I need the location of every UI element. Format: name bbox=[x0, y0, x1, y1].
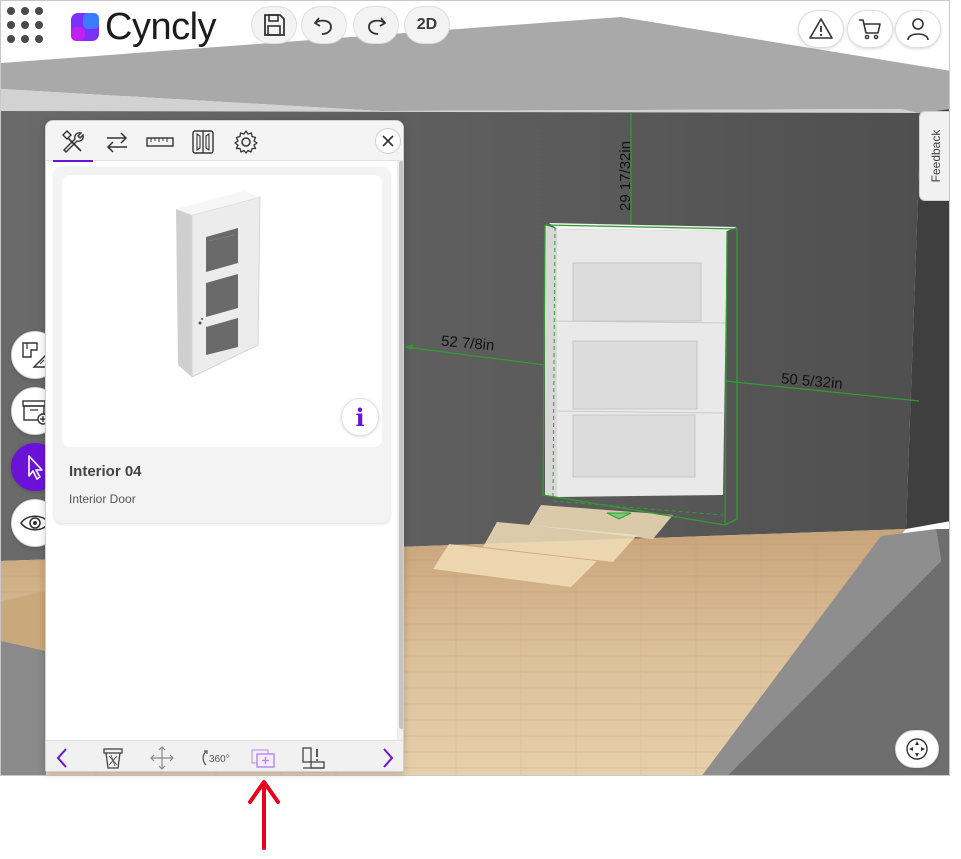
user-button[interactable] bbox=[895, 10, 941, 48]
panel-tab-bar bbox=[46, 121, 403, 162]
navigation-icon bbox=[906, 738, 928, 760]
cart-icon bbox=[859, 19, 881, 40]
user-icon bbox=[907, 18, 929, 41]
gear-icon bbox=[234, 130, 258, 154]
door-panel-icon bbox=[192, 130, 214, 154]
product-card[interactable]: i Interior 04 Interior Door bbox=[54, 167, 390, 523]
chevron-right-icon bbox=[383, 748, 394, 768]
rotate-button[interactable]: 360° bbox=[197, 743, 237, 771]
rotate-360-icon: 360° bbox=[202, 750, 230, 766]
apps-grid-button[interactable] bbox=[7, 7, 47, 47]
product-image: i bbox=[62, 175, 382, 447]
duplicate-button[interactable] bbox=[247, 743, 279, 771]
move-icon bbox=[150, 746, 174, 770]
tab-settings[interactable] bbox=[226, 125, 266, 159]
feedback-label: Feedback bbox=[928, 129, 943, 183]
navigation-button[interactable] bbox=[895, 730, 939, 768]
dimension-label-top: 29 17/32in bbox=[617, 140, 634, 211]
product-name: Interior 04 bbox=[69, 463, 142, 480]
view-2d-button[interactable]: 2D bbox=[404, 6, 450, 44]
apps-grid-icon bbox=[7, 7, 15, 15]
duplicate-icon bbox=[251, 749, 275, 768]
prev-button[interactable] bbox=[46, 743, 78, 771]
close-panel-button[interactable] bbox=[375, 128, 401, 154]
tab-measure[interactable] bbox=[140, 125, 180, 159]
close-icon bbox=[382, 135, 394, 147]
report-icon bbox=[302, 747, 325, 769]
tab-swap[interactable] bbox=[97, 125, 137, 159]
redo-icon bbox=[368, 17, 386, 35]
svg-text:360°: 360° bbox=[209, 754, 230, 765]
move-button[interactable] bbox=[146, 743, 178, 771]
floor-left-edge bbox=[1, 591, 46, 651]
report-button[interactable] bbox=[297, 743, 329, 771]
cyncly-logo-icon bbox=[71, 13, 99, 41]
app-root: 29 17/32in 52 7/8in 50 5/32in Cyncly 2D … bbox=[0, 0, 961, 859]
save-icon bbox=[264, 14, 285, 36]
redo-button[interactable] bbox=[353, 6, 399, 44]
tab-tools[interactable] bbox=[53, 125, 93, 162]
undo-button[interactable] bbox=[301, 6, 347, 44]
cart-button[interactable] bbox=[847, 10, 893, 48]
product-panel: i Interior 04 Interior Door 360° bbox=[45, 120, 404, 772]
next-button[interactable] bbox=[372, 743, 403, 771]
swap-icon bbox=[106, 132, 128, 153]
trash-icon bbox=[103, 748, 123, 769]
tab-door-style[interactable] bbox=[183, 125, 223, 159]
ruler-icon bbox=[146, 137, 174, 147]
chevron-left-icon bbox=[56, 748, 67, 768]
panel-scrollbar-thumb[interactable] bbox=[399, 161, 403, 729]
save-button[interactable] bbox=[251, 6, 297, 44]
annotation-arrow bbox=[248, 780, 280, 850]
logo-text: Cyncly bbox=[105, 6, 217, 48]
left-low-wall bbox=[1, 641, 46, 775]
product-category: Interior Door bbox=[69, 492, 136, 506]
panel-bottom-toolbar: 360° bbox=[46, 740, 403, 771]
warning-icon bbox=[809, 18, 833, 39]
door-thumbnail bbox=[176, 191, 261, 378]
product-info-button[interactable]: i bbox=[341, 398, 379, 436]
app-logo[interactable]: Cyncly bbox=[69, 6, 217, 48]
tools-icon bbox=[62, 130, 84, 153]
warning-button[interactable] bbox=[798, 10, 844, 48]
delete-button[interactable] bbox=[97, 743, 129, 771]
undo-icon bbox=[314, 17, 332, 35]
feedback-tab[interactable]: Feedback bbox=[919, 111, 949, 201]
door-3d[interactable] bbox=[542, 223, 738, 526]
